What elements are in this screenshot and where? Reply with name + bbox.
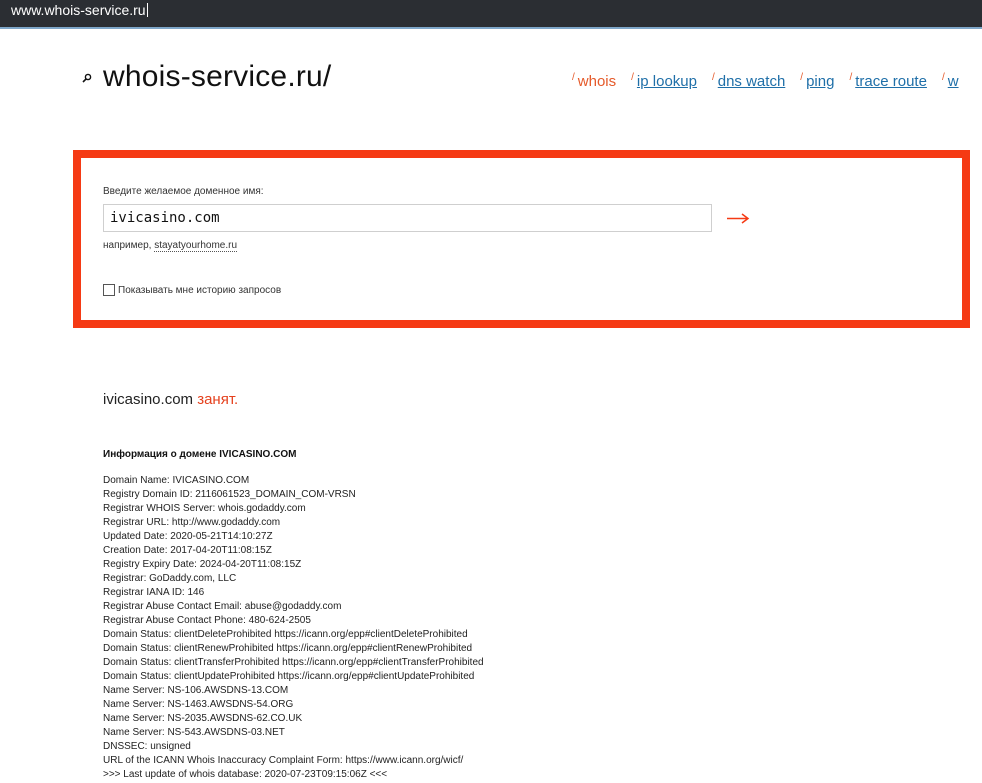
domain-info-title: Информация о домене IVICASINO.COM <box>103 449 297 460</box>
nav-slash: / <box>631 72 634 83</box>
whois-line: Registrar: GoDaddy.com, LLC <box>103 573 237 584</box>
example-hint: например, stayatyourhome.ru <box>103 240 238 252</box>
whois-line: Registrar URL: http://www.godaddy.com <box>103 517 281 528</box>
logo-text: whois-service.ru/ <box>103 60 332 93</box>
address-url-text: www.whois-service.ru <box>11 2 146 18</box>
whois-line: Registry Domain ID: 2116061523_DOMAIN_CO… <box>103 489 356 500</box>
history-toggle[interactable]: Показывать мне историю запросов <box>103 284 281 296</box>
domain-input-label: Введите желаемое доменное имя: <box>103 186 264 197</box>
whois-line: Name Server: NS-2035.AWSDNS-62.CO.UK <box>103 713 303 724</box>
nav-item-ping[interactable]: / ping <box>800 72 834 90</box>
domain-input[interactable] <box>103 204 712 232</box>
result-domain: ivicasino.com <box>103 391 194 408</box>
history-checkbox[interactable] <box>103 284 115 296</box>
nav-item-label: whois <box>577 73 617 90</box>
whois-line: Updated Date: 2020-05-21T14:10:27Z <box>103 531 273 542</box>
top-nav: / whois / ip lookup / dns watch / ping / trace ro… <box>572 72 974 90</box>
domain-search-panel: Введите желаемое доменное имя: например,… <box>73 150 970 328</box>
whois-line: Name Server: NS-1463.AWSDNS-54.ORG <box>103 699 294 710</box>
whois-line: Registrar Abuse Contact Phone: 480-624-2… <box>103 615 311 626</box>
nav-item-dns-watch[interactable]: / dns watch <box>712 72 785 90</box>
site-logo[interactable]: whois-service.ru/ <box>82 60 331 94</box>
whois-line: Name Server: NS-106.AWSDNS-13.COM <box>103 685 289 696</box>
arrow-right-icon <box>727 213 750 224</box>
browser-address-bar[interactable]: www.whois-service.ru <box>0 0 982 29</box>
whois-line: Registrar IANA ID: 146 <box>103 587 205 598</box>
nav-item-ip-lookup[interactable]: / ip lookup <box>631 72 697 90</box>
whois-line: Registrar Abuse Contact Email: abuse@god… <box>103 601 342 612</box>
example-link[interactable]: stayatyourhome.ru <box>154 240 238 252</box>
nav-slash: / <box>941 72 945 83</box>
whois-line: Name Server: NS-543.AWSDNS-03.NET <box>103 727 285 738</box>
whois-line: Domain Name: IVICASINO.COM <box>103 475 250 486</box>
nav-slash: / <box>572 72 575 83</box>
nav-item-label: dns watch <box>717 73 786 90</box>
nav-item-label: ip lookup <box>636 73 697 90</box>
availability-result: ivicasino.com занят. <box>103 391 238 408</box>
nav-slash: / <box>711 72 715 83</box>
submit-button[interactable] <box>725 204 755 232</box>
history-label: Показывать мне историю запросов <box>118 284 282 296</box>
example-prefix: например, <box>103 240 152 251</box>
result-status: занят. <box>197 391 239 408</box>
whois-record: Domain Name: IVICASINO.COM Registry Domai… <box>103 474 484 782</box>
nav-item-w[interactable]: / w <box>942 72 959 90</box>
whois-line: >>> Last update of whois database: 2020-… <box>103 769 388 780</box>
whois-line: Domain Status: clientTransferProhibited … <box>103 657 484 668</box>
whois-line: Creation Date: 2017-04-20T11:08:15Z <box>103 545 272 556</box>
text-caret <box>146 3 148 17</box>
nav-item-whois[interactable]: / whois <box>572 72 616 90</box>
nav-slash: / <box>800 72 804 83</box>
whois-line: Domain Status: clientDeleteProhibited ht… <box>103 629 468 640</box>
whois-line: Registry Expiry Date: 2024-04-20T11:08:1… <box>103 559 302 570</box>
nav-slash: / <box>849 72 853 83</box>
nav-item-label: trace route <box>855 73 927 90</box>
nav-item-label: ping <box>806 73 835 90</box>
nav-item-trace-route[interactable]: / trace route <box>849 72 927 90</box>
nav-item-label: w <box>947 73 959 90</box>
whois-line: DNSSEC: unsigned <box>103 741 191 752</box>
whois-line: URL of the ICANN Whois Inaccuracy Compla… <box>103 755 464 766</box>
address-url[interactable]: www.whois-service.ru <box>11 2 148 18</box>
whois-line: Registrar WHOIS Server: whois.godaddy.co… <box>103 503 306 514</box>
whois-line: Domain Status: clientUpdateProhibited ht… <box>103 671 475 682</box>
whois-line: Domain Status: clientRenewProhibited htt… <box>103 643 473 654</box>
magnifier-icon <box>82 73 92 83</box>
